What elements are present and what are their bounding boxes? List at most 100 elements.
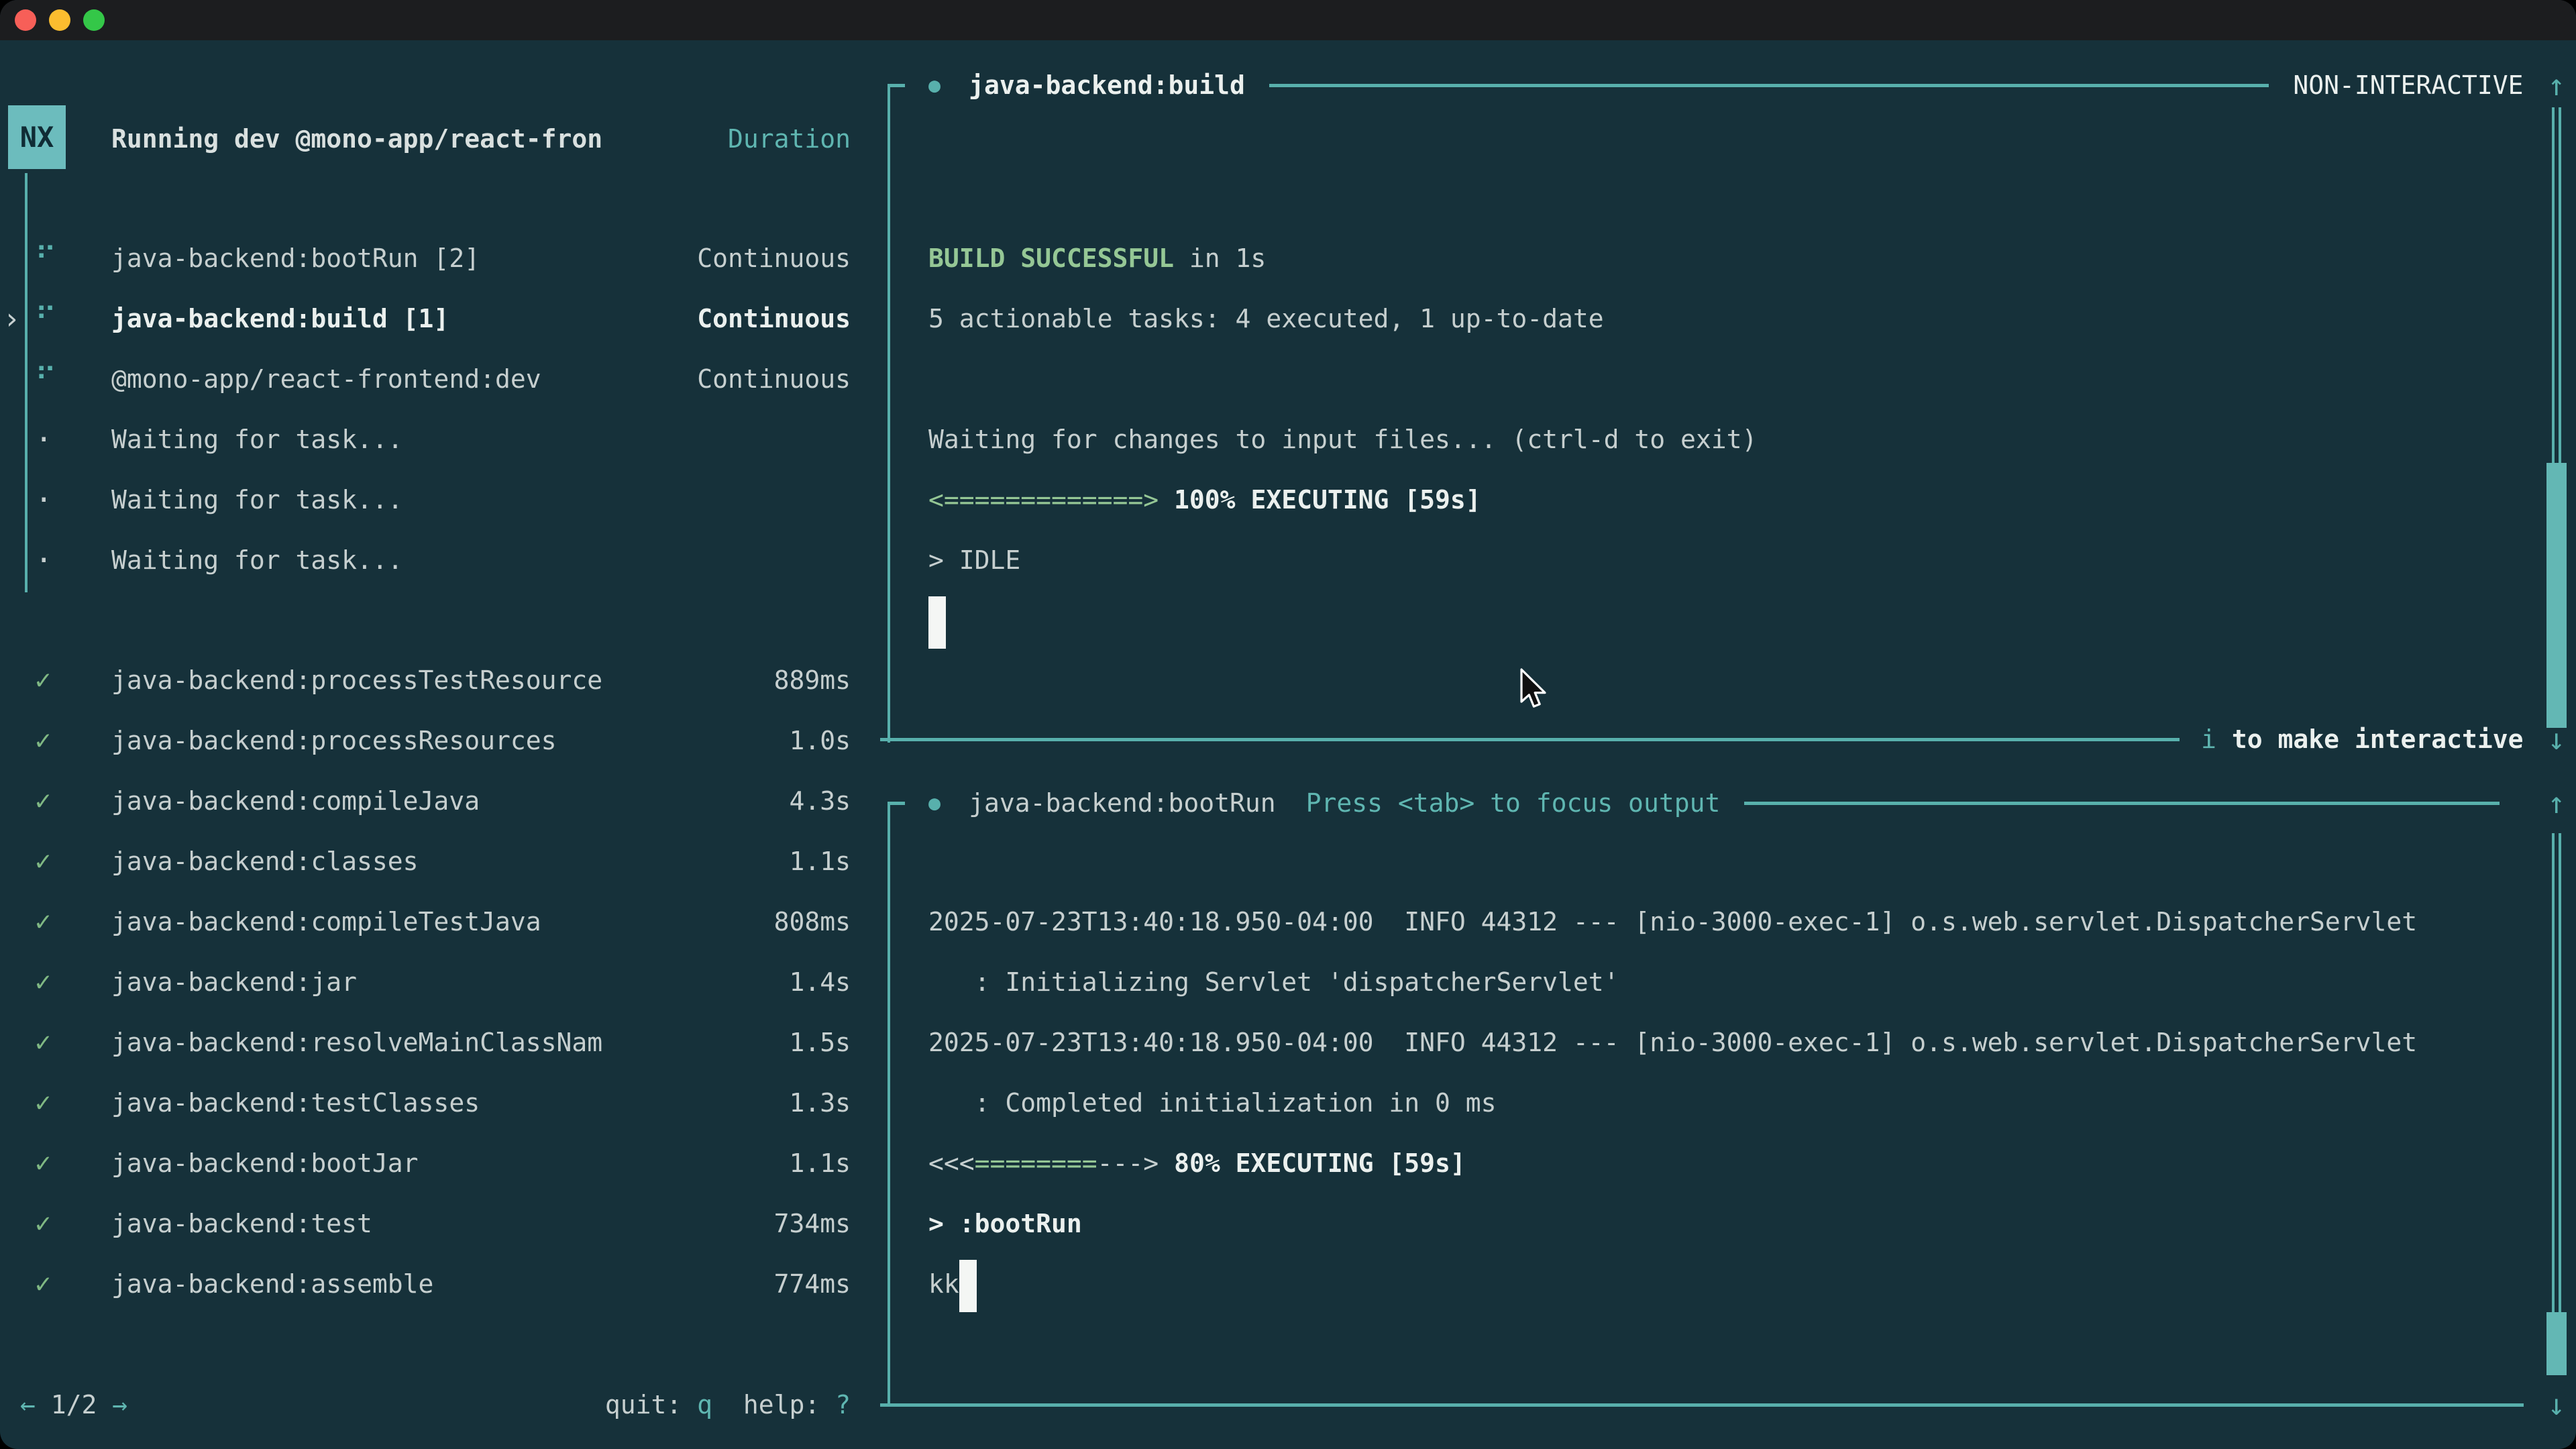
task-status: Continuous <box>697 364 851 394</box>
terminal-text: 5 actionable tasks: 4 executed, 1 up-to-… <box>928 304 1604 333</box>
terminal-text: <=============> <box>928 485 1159 515</box>
task-row[interactable]: ✓ java-backend:compileTestJava 808ms <box>0 892 865 952</box>
bootrun-terminal-output: 2025-07-23T13:40:18.950-04:00 INFO 44312… <box>928 892 2536 1314</box>
mouse-cursor <box>1517 668 1548 711</box>
focus-hint: Press <tab> to focus output <box>1306 788 1721 818</box>
task-status: 4.3s <box>789 786 851 816</box>
scrollbar-thumb[interactable] <box>2546 463 2567 728</box>
task-label: java-backend:build [1] <box>111 304 697 333</box>
terminal-cursor <box>928 596 946 649</box>
page-next-arrow[interactable]: → <box>112 1390 127 1419</box>
task-status: 734ms <box>774 1209 851 1238</box>
task-row[interactable]: ⠋ @mono-app/react-frontend:dev Continuou… <box>0 349 865 409</box>
pane-border-left <box>888 84 890 743</box>
check-icon: ✓ <box>35 786 111 816</box>
zoom-button[interactable] <box>83 9 105 31</box>
window-titlebar[interactable] <box>0 0 2576 40</box>
scroll-up-icon[interactable]: ↑ <box>2548 786 2566 820</box>
task-status: Continuous <box>697 244 851 273</box>
page-prev-arrow[interactable]: ← <box>20 1390 36 1419</box>
task-row[interactable]: ✓ java-backend:testClasses 1.3s <box>0 1073 865 1133</box>
terminal-line: : Initializing Servlet 'dispatcherServle… <box>928 952 2536 1012</box>
task-row[interactable]: ✓ java-backend:classes 1.1s <box>0 831 865 892</box>
task-row[interactable]: ⠋ java-backend:bootRun [2] Continuous <box>0 228 865 288</box>
check-icon: ✓ <box>35 1148 111 1179</box>
task-label: java-backend:processTestResource <box>111 665 774 695</box>
sidebar-footer: ← 1/2 → quit: q help: ? <box>0 1375 865 1435</box>
task-row[interactable]: · Waiting for task... <box>0 409 865 470</box>
task-status: 1.1s <box>789 847 851 876</box>
terminal-line <box>928 349 2536 409</box>
terminal-text: in 1s <box>1174 244 1266 273</box>
check-icon: ✓ <box>35 1087 111 1118</box>
task-label: java-backend:classes <box>111 847 789 876</box>
task-label: Waiting for task... <box>111 485 851 515</box>
task-list-sidebar: NX Running dev @mono-app/react-fron Dura… <box>0 40 865 1449</box>
task-row[interactable]: ✓ java-backend:processTestResource 889ms <box>0 650 865 710</box>
completed-task-list: ✓ java-backend:processTestResource 889ms… <box>0 650 865 1314</box>
check-icon: ✓ <box>35 846 111 877</box>
task-status: 1.0s <box>789 726 851 755</box>
scroll-up-icon[interactable]: ↑ <box>2548 68 2566 103</box>
terminal-text: BUILD SUCCESSFUL <box>928 244 1174 273</box>
task-label: Waiting for task... <box>111 545 851 575</box>
pane-title: java-backend:build <box>969 70 1245 100</box>
task-label: java-backend:jar <box>111 967 789 997</box>
header-rule <box>1269 84 2269 87</box>
pane-footer: i to make interactive ↓ <box>880 709 2576 769</box>
task-row[interactable]: ✓ java-backend:jar 1.4s <box>0 952 865 1012</box>
close-button[interactable] <box>15 9 36 31</box>
task-row[interactable]: › ⠋ java-backend:build [1] Continuous <box>0 288 865 349</box>
terminal-line: > :bootRun <box>928 1193 2536 1254</box>
task-row[interactable]: ✓ java-backend:resolveMainClassNam 1.5s <box>0 1012 865 1073</box>
task-row[interactable]: ✓ java-backend:assemble 774ms <box>0 1254 865 1314</box>
task-bullet-icon: ● <box>928 74 941 97</box>
spinner-icon: ⠋ <box>35 302 111 336</box>
task-row[interactable]: ✓ java-backend:compileJava 4.3s <box>0 771 865 831</box>
border-rule <box>880 1403 2524 1407</box>
task-status: Continuous <box>697 304 851 333</box>
non-interactive-badge: NON-INTERACTIVE <box>2293 70 2523 100</box>
check-icon: ✓ <box>35 906 111 937</box>
scroll-down-icon[interactable]: ↓ <box>2548 1388 2566 1422</box>
check-icon: ✓ <box>35 1208 111 1239</box>
task-label: java-backend:compileJava <box>111 786 789 816</box>
terminal-text: kk <box>928 1269 959 1299</box>
check-icon: ✓ <box>35 1027 111 1058</box>
check-icon: ✓ <box>35 725 111 756</box>
scrollbar-track[interactable] <box>2552 833 2561 1375</box>
hint-key: i <box>2201 724 2216 754</box>
minimize-button[interactable] <box>49 9 70 31</box>
task-label: java-backend:compileTestJava <box>111 907 774 936</box>
terminal-text: > :bootRun <box>928 1209 1082 1238</box>
terminal-text: <<< <box>928 1148 975 1178</box>
sidebar-header: Running dev @mono-app/react-fron Duratio… <box>0 109 865 169</box>
task-label: java-backend:testClasses <box>111 1088 789 1118</box>
terminal-text: Waiting for changes to input files... (c… <box>928 425 1757 454</box>
sidebar-title: Running dev @mono-app/react-fron <box>111 124 602 154</box>
interactive-hint: i to make interactive <box>2201 724 2523 754</box>
task-label: Waiting for task... <box>111 425 851 454</box>
task-label: java-backend:assemble <box>111 1269 774 1299</box>
task-status: 774ms <box>774 1269 851 1299</box>
task-row[interactable]: ✓ java-backend:test 734ms <box>0 1193 865 1254</box>
terminal-cursor <box>959 1260 977 1312</box>
terminal-text: 100% EXECUTING [59s] <box>1159 485 1481 515</box>
terminal-line: > IDLE <box>928 530 2536 590</box>
dot-icon: · <box>35 543 111 578</box>
terminal-line: <<<========---> 80% EXECUTING [59s] <box>928 1133 2536 1193</box>
scrollbar-thumb[interactable] <box>2546 1312 2567 1375</box>
task-row[interactable]: ✓ java-backend:processResources 1.0s <box>0 710 865 771</box>
terminal-line: kk <box>928 1254 2536 1314</box>
task-label: java-backend:processResources <box>111 726 789 755</box>
app-window: NX Running dev @mono-app/react-fron Dura… <box>0 0 2576 1449</box>
terminal-text: ---> <box>1097 1148 1159 1178</box>
terminal-text: 2025-07-23T13:40:18.950-04:00 INFO 44312… <box>928 907 2417 936</box>
dot-icon: · <box>35 483 111 517</box>
task-row[interactable]: · Waiting for task... <box>0 470 865 530</box>
check-icon: ✓ <box>35 967 111 998</box>
task-row[interactable]: · Waiting for task... <box>0 530 865 590</box>
terminal-text: ======== <box>975 1148 1097 1178</box>
terminal-line: 2025-07-23T13:40:18.950-04:00 INFO 44312… <box>928 1012 2536 1073</box>
task-row[interactable]: ✓ java-backend:bootJar 1.1s <box>0 1133 865 1193</box>
